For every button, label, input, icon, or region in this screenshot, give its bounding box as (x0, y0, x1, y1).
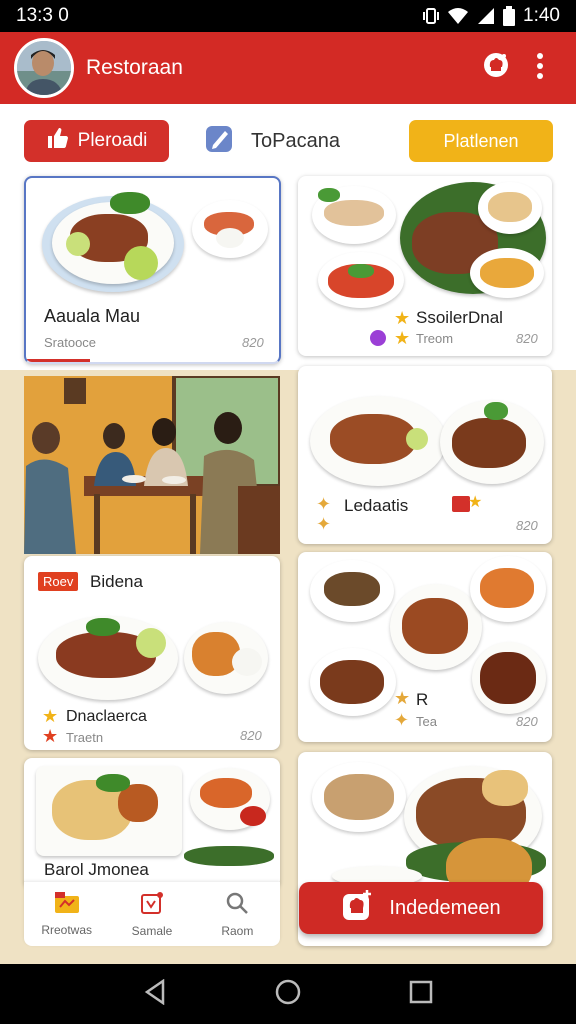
dish-photo (40, 188, 186, 298)
chef-hat-button[interactable] (474, 46, 518, 90)
nav-item-raom[interactable]: Raom (195, 882, 280, 946)
bottom-navigation: Rreotwas Samale Raom (24, 882, 280, 946)
star-icon: ★ (394, 328, 411, 348)
reservation-button[interactable]: Indedemeen (299, 882, 543, 934)
card-price: 820 (516, 331, 538, 346)
filter-chip-primary-label: Pleroadi (77, 130, 148, 151)
filter-chip-primary[interactable]: Pleroadi (24, 120, 169, 162)
card-meta: Traetn (66, 730, 104, 745)
restaurant-card[interactable]: ★ ✦ R Tea 820 (298, 552, 552, 742)
chef-hat-icon (341, 888, 375, 928)
restaurant-card[interactable]: ✦ ✦ Ledaatis ★ 820 (298, 366, 552, 544)
status-time: 13:3 0 (16, 5, 69, 26)
app-bar: Restoraan (0, 32, 576, 104)
selection-indicator (26, 359, 90, 362)
dish-photo (308, 182, 546, 308)
pencil-icon (205, 123, 235, 159)
card-price: 820 (516, 714, 538, 729)
filter-chip-secondary[interactable]: Platlenen (409, 120, 553, 162)
card-title: R (416, 690, 429, 709)
list-icon (54, 891, 80, 917)
app-title: Restoraan (86, 56, 183, 79)
star-icon: ★ (468, 494, 483, 511)
thumbs-up-icon (46, 127, 68, 155)
bookmark-icon (139, 891, 165, 918)
restaurant-card[interactable]: Barol Jmonea (24, 758, 280, 888)
category-badge-icon (370, 330, 386, 346)
card-tag: Roev (38, 572, 79, 591)
more-vert-icon (536, 52, 544, 84)
signal-icon (477, 7, 495, 25)
star-icon: ★ (42, 726, 59, 746)
dish-photo (34, 762, 274, 866)
card-title: Aauala Mau (44, 306, 141, 326)
home-icon[interactable] (274, 978, 302, 1011)
restaurant-card[interactable]: ★ ★ SsoilerDnal Treom 820 (298, 176, 552, 356)
card-price: 820 (242, 335, 264, 350)
battery-icon (503, 6, 516, 26)
status-battery-text: 1:40 (523, 5, 560, 26)
star-icon: ✦ (394, 710, 410, 730)
filter-chip-secondary-label: Platlenen (443, 130, 519, 151)
nav-label: Rreotwas (41, 922, 92, 937)
system-navigation-bar (0, 964, 576, 1024)
star-icon: ★ (394, 308, 411, 328)
chef-hat-icon (480, 50, 512, 87)
card-price: 820 (516, 518, 538, 533)
star-icon: ✦ (316, 494, 332, 514)
more-menu-button[interactable] (518, 46, 562, 90)
card-title: Bidena (90, 572, 143, 591)
wifi-icon (447, 7, 469, 25)
nav-item-samale[interactable]: Samale (109, 882, 194, 946)
filter-link-label: ToPacana (251, 129, 340, 152)
back-icon[interactable] (143, 978, 167, 1010)
card-subtitle: Tea (416, 714, 437, 729)
nav-label: Raom (221, 923, 254, 938)
search-icon (225, 891, 249, 918)
vibrate-icon (423, 7, 440, 25)
reservation-button-label: Indedemeen (389, 896, 501, 919)
recents-icon[interactable] (409, 980, 433, 1009)
card-title: Ledaatis (344, 496, 409, 515)
restaurant-card[interactable]: Roev Bidena ★ ★ Dnaclaerca Traetn 820 (24, 556, 280, 750)
card-subtitle: Treom (416, 331, 454, 346)
card-subtitle: Dnaclaerca (66, 708, 147, 725)
filter-strip: Pleroadi ToPacana Platlenen (0, 104, 576, 176)
star-icon: ★ (394, 688, 411, 708)
card-title: SsoilerDnal (416, 308, 503, 327)
card-subtitle: Sratooce (44, 335, 97, 350)
restaurant-card[interactable]: Aauala Mau Sratooce 820 (24, 176, 281, 364)
card-title: Barol Jmonea (44, 860, 149, 879)
card-price: 820 (240, 728, 262, 743)
dish-photo (192, 200, 268, 260)
avatar[interactable] (14, 38, 74, 98)
nav-item-rreotwas[interactable]: Rreotwas (24, 882, 109, 946)
star-icon: ★ (42, 706, 59, 726)
status-bar: 13:3 0 1:40 (0, 0, 576, 32)
star-icon: ✦ (316, 514, 332, 534)
dish-photo (306, 390, 546, 490)
nav-label: Samale (131, 923, 173, 938)
filter-link[interactable]: ToPacana (205, 124, 340, 158)
dining-photo (24, 376, 280, 554)
dish-photo (36, 608, 276, 704)
